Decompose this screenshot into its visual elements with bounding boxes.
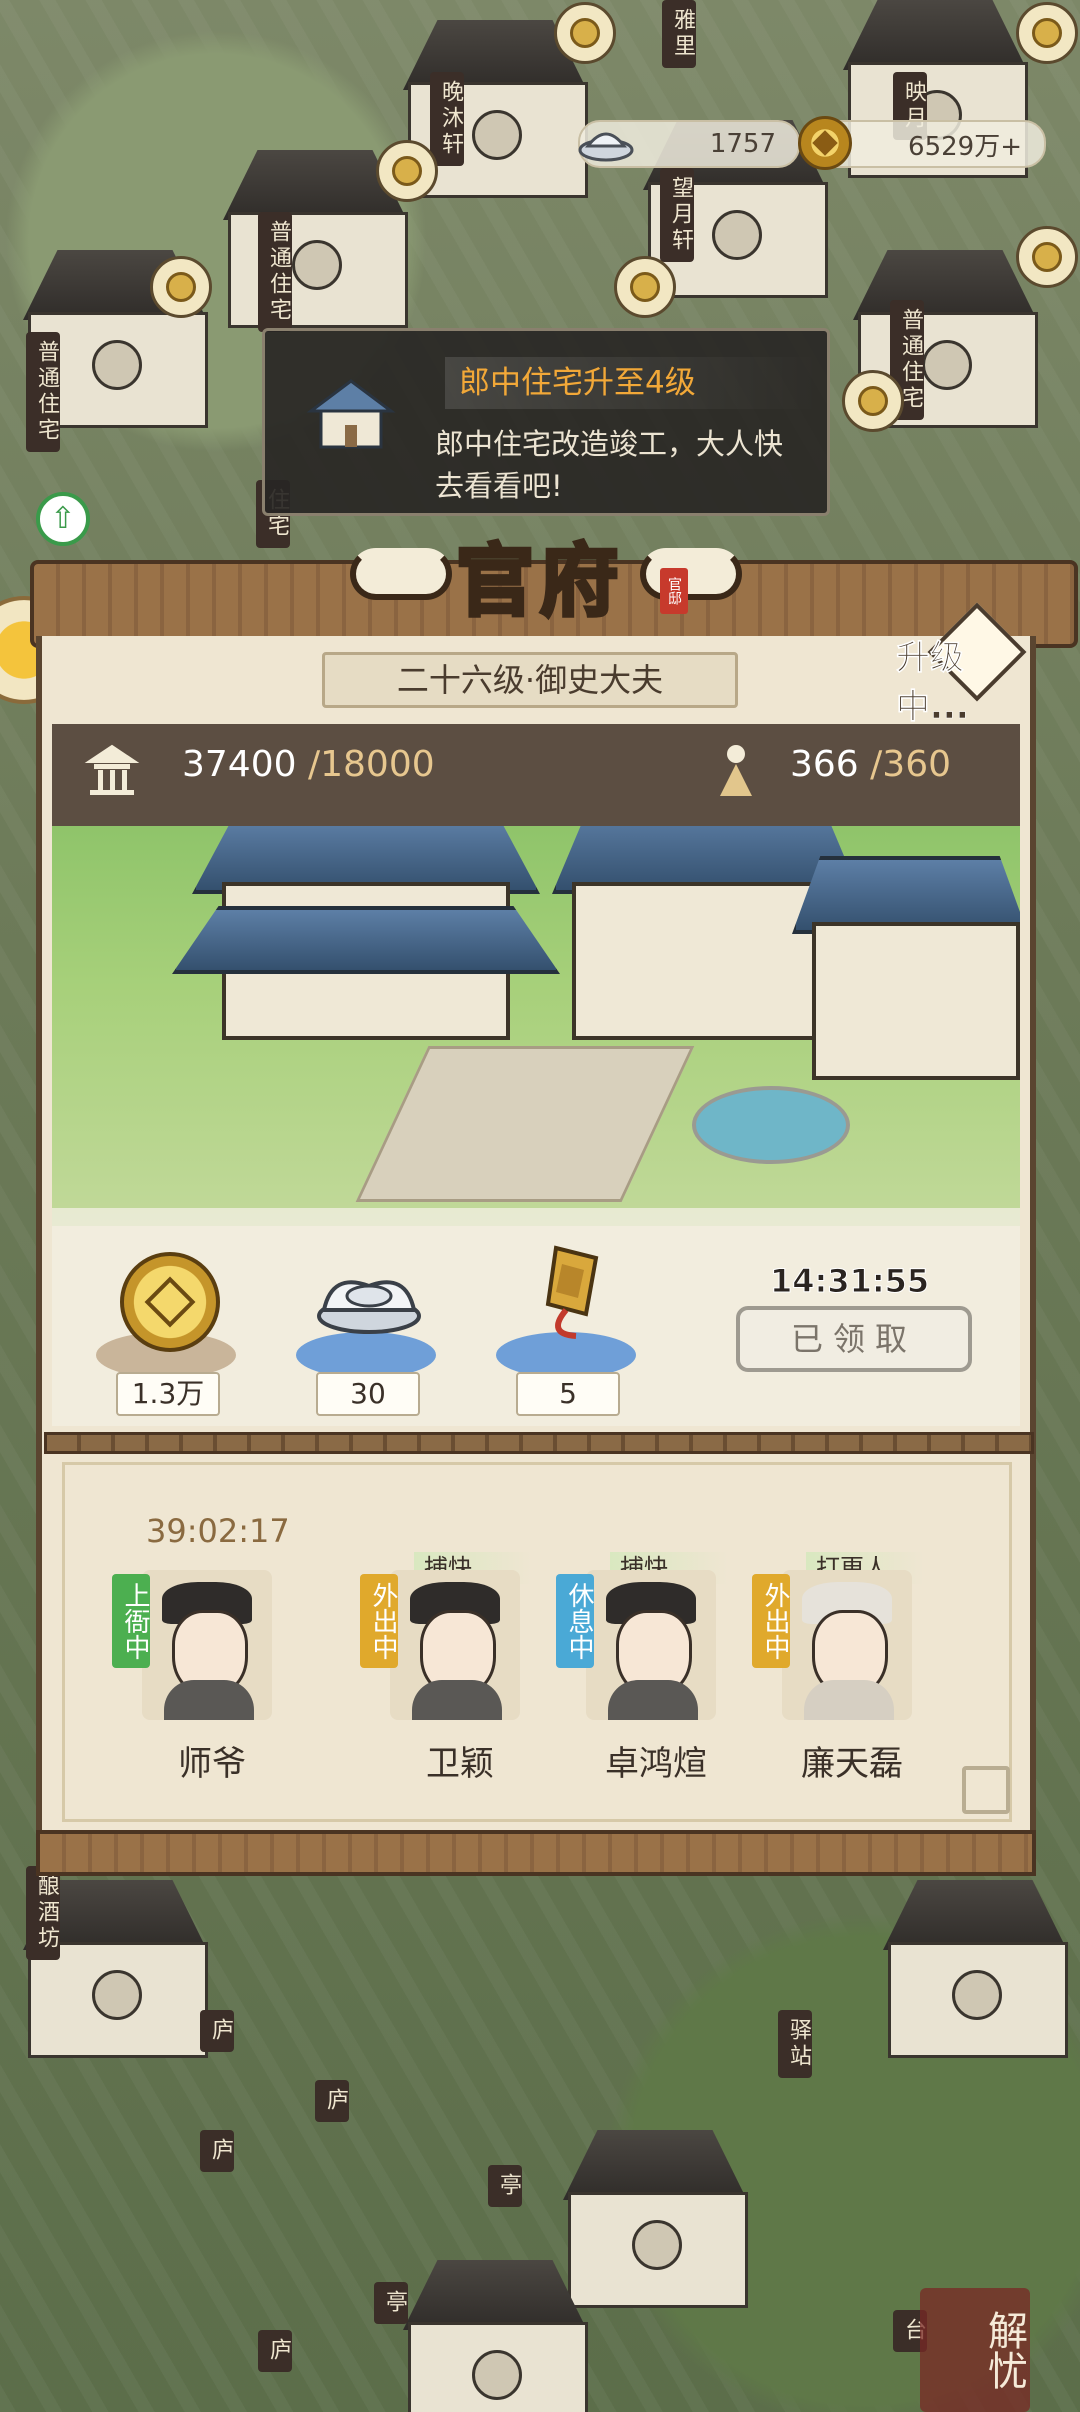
staff-timer: 39:02:17 bbox=[146, 1512, 290, 1550]
coin-bubble-icon[interactable] bbox=[150, 256, 212, 318]
map-label[interactable]: 普通住宅 bbox=[26, 332, 60, 452]
panel-divider bbox=[44, 1432, 1034, 1454]
reward-silver[interactable]: 30 bbox=[296, 1252, 446, 1422]
reward-amount: 1.3万 bbox=[116, 1372, 220, 1416]
map-label[interactable]: 庐 bbox=[200, 2130, 234, 2172]
silver-ingot-icon bbox=[317, 1280, 421, 1334]
upgrade-notification[interactable]: 郎中住宅升至4级 郎中住宅改造竣工，大人快去看看吧! bbox=[262, 328, 830, 516]
reward-amount: 30 bbox=[316, 1372, 420, 1416]
coin-bubble-icon[interactable] bbox=[614, 256, 676, 318]
copper-coin-icon bbox=[120, 1252, 220, 1352]
staff-status: 外出中 bbox=[752, 1574, 790, 1668]
corner-ornament-icon bbox=[962, 1766, 1010, 1814]
map-label[interactable]: 亭 bbox=[374, 2282, 408, 2324]
population-stat: 366 /360 bbox=[790, 744, 951, 785]
staff-name: 卓鸿煊 bbox=[605, 1744, 707, 1784]
prosperity-stat: 37400 /18000 bbox=[182, 744, 435, 785]
pavilion-icon bbox=[84, 744, 140, 795]
silver-counter[interactable]: 1757 bbox=[578, 120, 800, 168]
map-label[interactable]: 驿站 bbox=[778, 2010, 812, 2078]
map-label[interactable]: 亭 bbox=[488, 2165, 522, 2207]
upgrade-status[interactable]: 升级中... bbox=[896, 630, 1036, 728]
map-label[interactable]: 庐 bbox=[315, 2080, 349, 2122]
map-label[interactable]: 庐 bbox=[258, 2330, 292, 2372]
office-building-scene[interactable] bbox=[52, 826, 1020, 1226]
reward-token[interactable]: 5 bbox=[496, 1245, 646, 1422]
upgrade-available-icon[interactable]: ⇧ bbox=[36, 492, 90, 546]
staff-card[interactable]: 打更人 外出中 廉天磊 bbox=[752, 1552, 924, 1790]
gold-amount: 6529万+ bbox=[908, 131, 1022, 162]
map-label[interactable]: 晚沐轩 bbox=[430, 72, 464, 166]
coin-bubble-icon[interactable] bbox=[1016, 226, 1078, 288]
panel-bottom-frame bbox=[36, 1830, 1036, 1876]
gold-counter[interactable]: 6529万+ bbox=[798, 116, 1046, 170]
map-label[interactable]: 普通住宅 bbox=[258, 212, 292, 332]
staff-name: 师爷 bbox=[178, 1744, 246, 1784]
building[interactable] bbox=[380, 2260, 610, 2412]
coin-bubble-icon[interactable] bbox=[1016, 2, 1078, 64]
staff-portrait bbox=[390, 1570, 520, 1720]
population-value: 366 bbox=[790, 744, 859, 785]
coin-bubble-icon[interactable] bbox=[554, 2, 616, 64]
notification-title: 郎中住宅升至4级 bbox=[445, 357, 819, 409]
token-icon bbox=[545, 1245, 599, 1339]
map-label[interactable]: 酿酒坊 bbox=[26, 1866, 60, 1960]
coin-bubble-icon[interactable] bbox=[376, 140, 438, 202]
prosperity-value: 37400 bbox=[182, 744, 297, 785]
map-label[interactable]: 庐 bbox=[200, 2010, 234, 2052]
map-label[interactable]: 雅里 bbox=[662, 0, 696, 68]
reward-amount: 5 bbox=[516, 1372, 620, 1416]
reward-timer: 14:31:55 bbox=[769, 1262, 930, 1301]
staff-portrait bbox=[782, 1570, 912, 1720]
population-max: /360 bbox=[870, 744, 952, 785]
silver-amount: 1757 bbox=[709, 129, 776, 159]
staff-card[interactable]: 上衙中 师爷 bbox=[112, 1560, 272, 1790]
panel-title-text: 官府 bbox=[454, 534, 624, 629]
staff-name: 卫颖 bbox=[426, 1744, 494, 1784]
gold-coin-icon bbox=[798, 116, 852, 170]
staff-name: 廉天磊 bbox=[801, 1744, 903, 1784]
staff-portrait bbox=[142, 1570, 272, 1720]
staff-card[interactable]: 捕快 休息中 卓鸿煊 bbox=[556, 1552, 728, 1790]
staff-card[interactable]: 捕快 外出中 卫颖 bbox=[360, 1552, 532, 1790]
house-thumbnail-icon bbox=[306, 379, 396, 449]
claim-button[interactable]: 已领取 bbox=[736, 1306, 972, 1372]
rank-label: 二十六级·御史大夫 bbox=[322, 652, 738, 708]
staff-status: 上衙中 bbox=[112, 1574, 150, 1668]
prosperity-max: /18000 bbox=[307, 744, 435, 785]
building[interactable] bbox=[860, 1880, 1080, 2060]
coin-bubble-icon[interactable] bbox=[842, 370, 904, 432]
silver-ingot-icon bbox=[578, 132, 634, 162]
person-icon bbox=[720, 745, 752, 796]
map-label[interactable]: 望月轩 bbox=[660, 168, 694, 262]
notification-message: 郎中住宅改造竣工，大人快去看看吧! bbox=[435, 427, 784, 503]
staff-portrait bbox=[586, 1570, 716, 1720]
seal-stamp: 官邸 bbox=[660, 568, 688, 614]
staff-status: 外出中 bbox=[360, 1574, 398, 1668]
jieyou-button[interactable]: 解忧 bbox=[920, 2288, 1030, 2412]
reward-copper[interactable]: 1.3万 bbox=[96, 1252, 246, 1422]
staff-status: 休息中 bbox=[556, 1574, 594, 1668]
